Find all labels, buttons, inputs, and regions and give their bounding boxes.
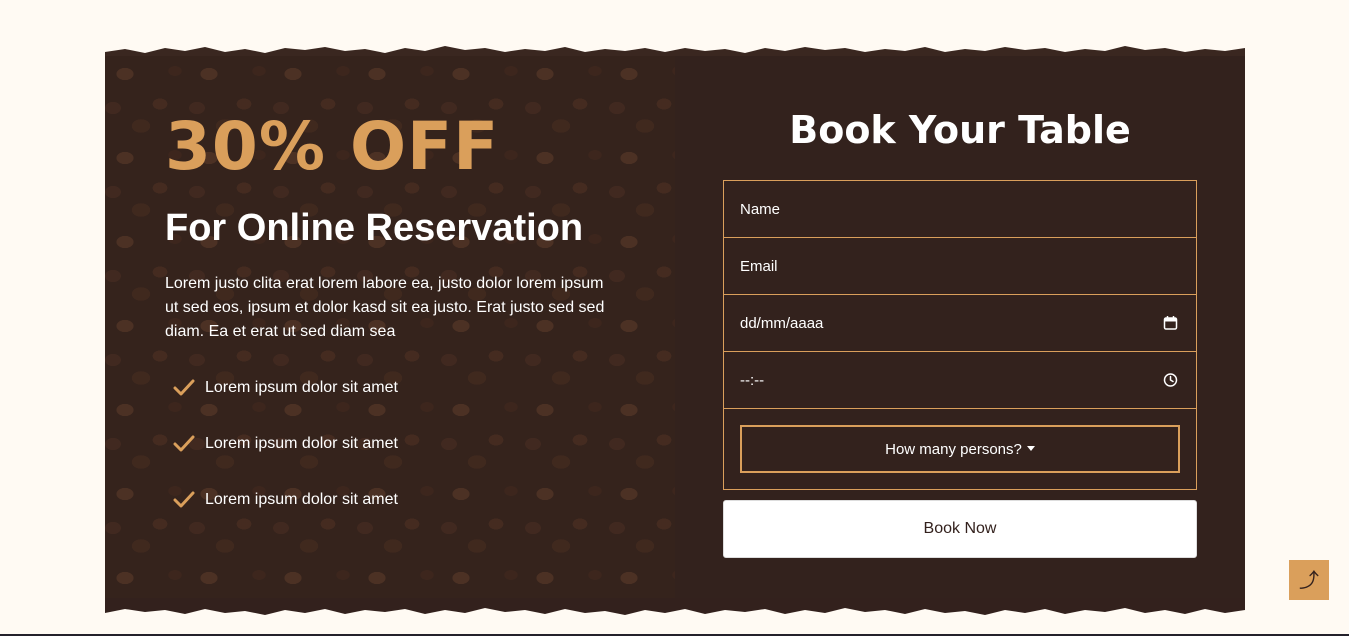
form-title: Book Your Table — [789, 108, 1131, 152]
check-icon — [173, 435, 195, 452]
check-icon — [173, 491, 195, 508]
email-field[interactable]: Email — [723, 237, 1197, 295]
reservation-section: 30% OFF For Online Reservation Lorem jus… — [105, 44, 1245, 618]
booking-form: Name Email dd/mm/aaaa --:-- How many per… — [723, 180, 1197, 558]
name-field[interactable]: Name — [723, 180, 1197, 238]
date-field[interactable]: dd/mm/aaaa — [723, 294, 1197, 352]
promo-description: Lorem justo clita erat lorem labore ea, … — [165, 274, 605, 340]
book-now-label: Book Now — [923, 520, 997, 537]
promo-subheadline: For Online Reservation — [165, 207, 584, 249]
date-placeholder: dd/mm/aaaa — [740, 314, 824, 332]
feature-label: Lorem ipsum dolor sit amet — [205, 378, 398, 396]
feature-item: Lorem ipsum dolor sit amet — [165, 372, 615, 404]
feature-list: Lorem ipsum dolor sit amet Lorem ipsum d… — [165, 372, 615, 516]
name-placeholder: Name — [740, 200, 781, 218]
book-now-button[interactable]: Book Now — [723, 500, 1197, 558]
calendar-icon[interactable] — [1163, 316, 1178, 331]
feature-label: Lorem ipsum dolor sit amet — [205, 434, 398, 452]
clock-icon[interactable] — [1163, 373, 1178, 388]
caret-down-icon — [1026, 445, 1035, 451]
persons-dropdown[interactable]: How many persons? — [740, 425, 1180, 473]
back-to-top-button[interactable]: ⤴ — [1289, 560, 1329, 600]
time-placeholder: --:-- — [740, 371, 765, 389]
email-placeholder: Email — [740, 257, 778, 275]
feature-label: Lorem ipsum dolor sit amet — [205, 490, 398, 508]
feature-item: Lorem ipsum dolor sit amet — [165, 428, 615, 460]
persons-label: How many persons? — [885, 440, 1022, 458]
promo-content: 30% OFF For Online Reservation Lorem jus… — [165, 114, 615, 540]
promo-headline: 30% OFF — [165, 108, 500, 185]
check-icon — [173, 379, 195, 396]
torn-paper-bottom-edge — [105, 598, 1245, 615]
arrow-up-icon: ⤴ — [1299, 568, 1319, 592]
time-field[interactable]: --:-- — [723, 351, 1197, 409]
persons-field: How many persons? — [723, 408, 1197, 490]
feature-item: Lorem ipsum dolor sit amet — [165, 484, 615, 516]
